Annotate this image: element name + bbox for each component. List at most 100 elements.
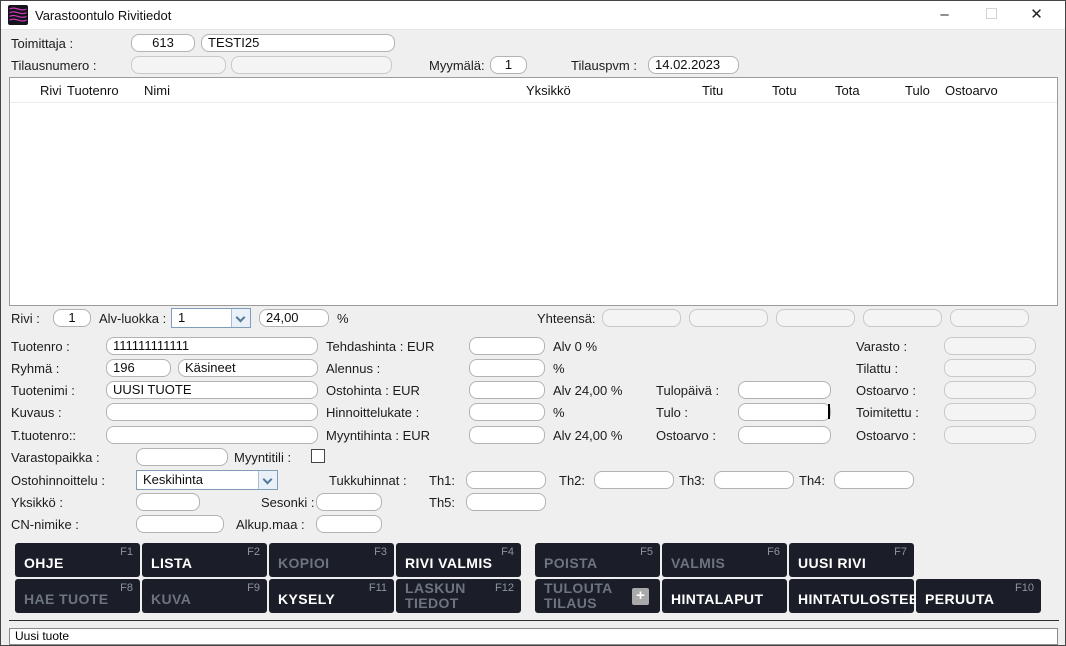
ostohinnoittelu-select[interactable]: Keskihinta (136, 470, 278, 490)
ohje-button[interactable]: F1 OHJE (15, 543, 140, 577)
hinnoittelukate-field[interactable] (469, 403, 545, 421)
alennus-field[interactable] (469, 359, 545, 377)
rivi-valmis-button[interactable]: F4 RIVI VALMIS (396, 543, 521, 577)
varastopaikka-field[interactable] (136, 448, 228, 466)
kuvaus-field[interactable] (106, 403, 318, 421)
tuotenimi-field[interactable]: UUSI TUOTE (106, 381, 318, 399)
varasto-label: Varasto : (856, 339, 907, 354)
title-bar: Varastoontulo Rivitiedot – ☐ ✕ (1, 1, 1065, 30)
yksikko-field[interactable] (136, 493, 200, 511)
alv-luokka-value: 1 (178, 310, 185, 325)
myyntihinta-field[interactable] (469, 426, 545, 444)
toimitettu-label: Toimitettu : (856, 405, 919, 420)
tehdashinta-field[interactable] (469, 337, 545, 355)
alkup-maa-field[interactable] (316, 515, 382, 533)
hae-tuote-button[interactable]: F8 HAE TUOTE (15, 579, 140, 613)
chevron-down-icon[interactable] (231, 309, 250, 327)
alkup-maa-label: Alkup.maa : (236, 517, 305, 532)
sesonki-label: Sesonki : (261, 495, 314, 510)
uusi-rivi-button[interactable]: F7 UUSI RIVI (789, 543, 914, 577)
yhteensa-field-3 (776, 309, 855, 327)
myymala-field[interactable]: 1 (490, 56, 527, 74)
tilausnumero-field-2[interactable] (231, 56, 392, 74)
th3-field[interactable] (714, 471, 794, 489)
tilausnumero-label: Tilausnumero : (11, 58, 97, 73)
column-header-rivi: Rivi (40, 83, 62, 98)
yhteensa-field-5 (950, 309, 1029, 327)
tehdashinta-label: Tehdashinta : EUR (326, 339, 434, 354)
column-header-titu: Titu (702, 83, 723, 98)
tuotenimi-label: Tuotenimi : (11, 383, 75, 398)
alennus-suffix: % (553, 361, 565, 376)
ostoarvo-incoming-field[interactable] (738, 426, 831, 444)
fkey-label: F5 (640, 546, 653, 558)
app-window: Varastoontulo Rivitiedot – ☐ ✕ Toimittaj… (0, 0, 1066, 646)
th1-field[interactable] (466, 471, 546, 489)
kuva-button[interactable]: F9 KUVA (142, 579, 267, 613)
laskun-tiedot-button[interactable]: F12 LASKUN TIEDOT (396, 579, 521, 613)
tulopaiva-field[interactable] (738, 381, 831, 399)
column-header-tulo: Tulo (905, 83, 930, 98)
hintatulosteet-button[interactable]: HINTATULOSTEET (789, 579, 914, 613)
toimittaja-code-field[interactable]: 613 (131, 34, 195, 52)
close-button[interactable]: ✕ (1013, 1, 1060, 29)
fkey-label: F11 (369, 582, 387, 594)
tilattu-field (944, 359, 1036, 377)
tulo-field[interactable] (738, 403, 831, 421)
ostohinta-label: Ostohinta : EUR (326, 383, 420, 398)
th1-label: Th1: (429, 473, 455, 488)
cn-nimike-field[interactable] (136, 515, 224, 533)
kopioi-button[interactable]: F3 KOPIOI (269, 543, 394, 577)
chevron-down-icon[interactable] (258, 471, 277, 489)
tilauspvm-field[interactable]: 14.02.2023 (648, 56, 739, 74)
column-header-ostoarvo: Ostoarvo (945, 83, 998, 98)
myyntitili-label: Myyntitili : (234, 450, 291, 465)
th4-field[interactable] (834, 471, 914, 489)
ryhma-code-field[interactable]: 196 (106, 359, 171, 377)
column-header-yksikko: Yksikkö (526, 83, 571, 98)
alv-percent-field[interactable]: 24,00 (259, 309, 329, 327)
tuotenro-field[interactable]: 111111111111 (106, 337, 318, 355)
ryhma-name-field[interactable]: Käsineet (178, 359, 318, 377)
ostohinta-field[interactable] (469, 381, 545, 399)
toimittaja-name-field[interactable]: TESTI25 (201, 34, 395, 52)
th4-label: Th4: (799, 473, 825, 488)
poista-button[interactable]: F5 POISTA (535, 543, 660, 577)
ostoarvo-stock1-field (944, 381, 1036, 399)
myyntitili-checkbox[interactable] (311, 449, 325, 463)
alv-luokka-select[interactable]: 1 (171, 308, 251, 328)
app-logo-icon (8, 5, 28, 25)
peruuta-button[interactable]: F10 PERUUTA (916, 579, 1041, 613)
minimize-button[interactable]: – (921, 1, 968, 29)
maximize-button[interactable]: ☐ (968, 1, 1015, 29)
fkey-label: F12 (495, 582, 514, 594)
sesonki-field[interactable] (316, 493, 382, 511)
lista-button[interactable]: F2 LISTA (142, 543, 267, 577)
th2-label: Th2: (559, 473, 585, 488)
th2-field[interactable] (594, 471, 674, 489)
column-header-tuotenro: Tuotenro (67, 83, 119, 98)
t-tuotenro-label: T.tuotenro:: (11, 428, 76, 443)
th5-field[interactable] (466, 493, 546, 511)
fkey-label: F10 (1015, 582, 1034, 594)
tilausnumero-field-1[interactable] (131, 56, 226, 74)
hintalaput-button[interactable]: HINTALAPUT (662, 579, 787, 613)
tilauspvm-label: Tilauspvm : (571, 58, 637, 73)
tulouta-tilaus-button[interactable]: TULOUTA TILAUS + (535, 579, 660, 613)
rows-table[interactable]: Rivi Tuotenro Nimi Yksikkö Titu Totu Tot… (9, 77, 1058, 306)
hinnoittelukate-label: Hinnoittelukate : (326, 405, 419, 420)
tilattu-label: Tilattu : (856, 361, 898, 376)
plus-icon[interactable]: + (632, 588, 649, 605)
valmis-button[interactable]: F6 VALMIS (662, 543, 787, 577)
yksikko-label: Yksikkö : (11, 495, 63, 510)
th5-label: Th5: (429, 495, 455, 510)
column-header-nimi: Nimi (144, 83, 170, 98)
alv-percent-suffix: % (337, 311, 349, 326)
kysely-button[interactable]: F11 KYSELY (269, 579, 394, 613)
varastopaikka-label: Varastopaikka : (11, 450, 100, 465)
yhteensa-field-2 (689, 309, 768, 327)
rivi-field[interactable]: 1 (53, 309, 91, 327)
myyntihinta-suffix: Alv 24,00 % (553, 428, 622, 443)
kuvaus-label: Kuvaus : (11, 405, 62, 420)
t-tuotenro-field[interactable] (106, 426, 318, 444)
